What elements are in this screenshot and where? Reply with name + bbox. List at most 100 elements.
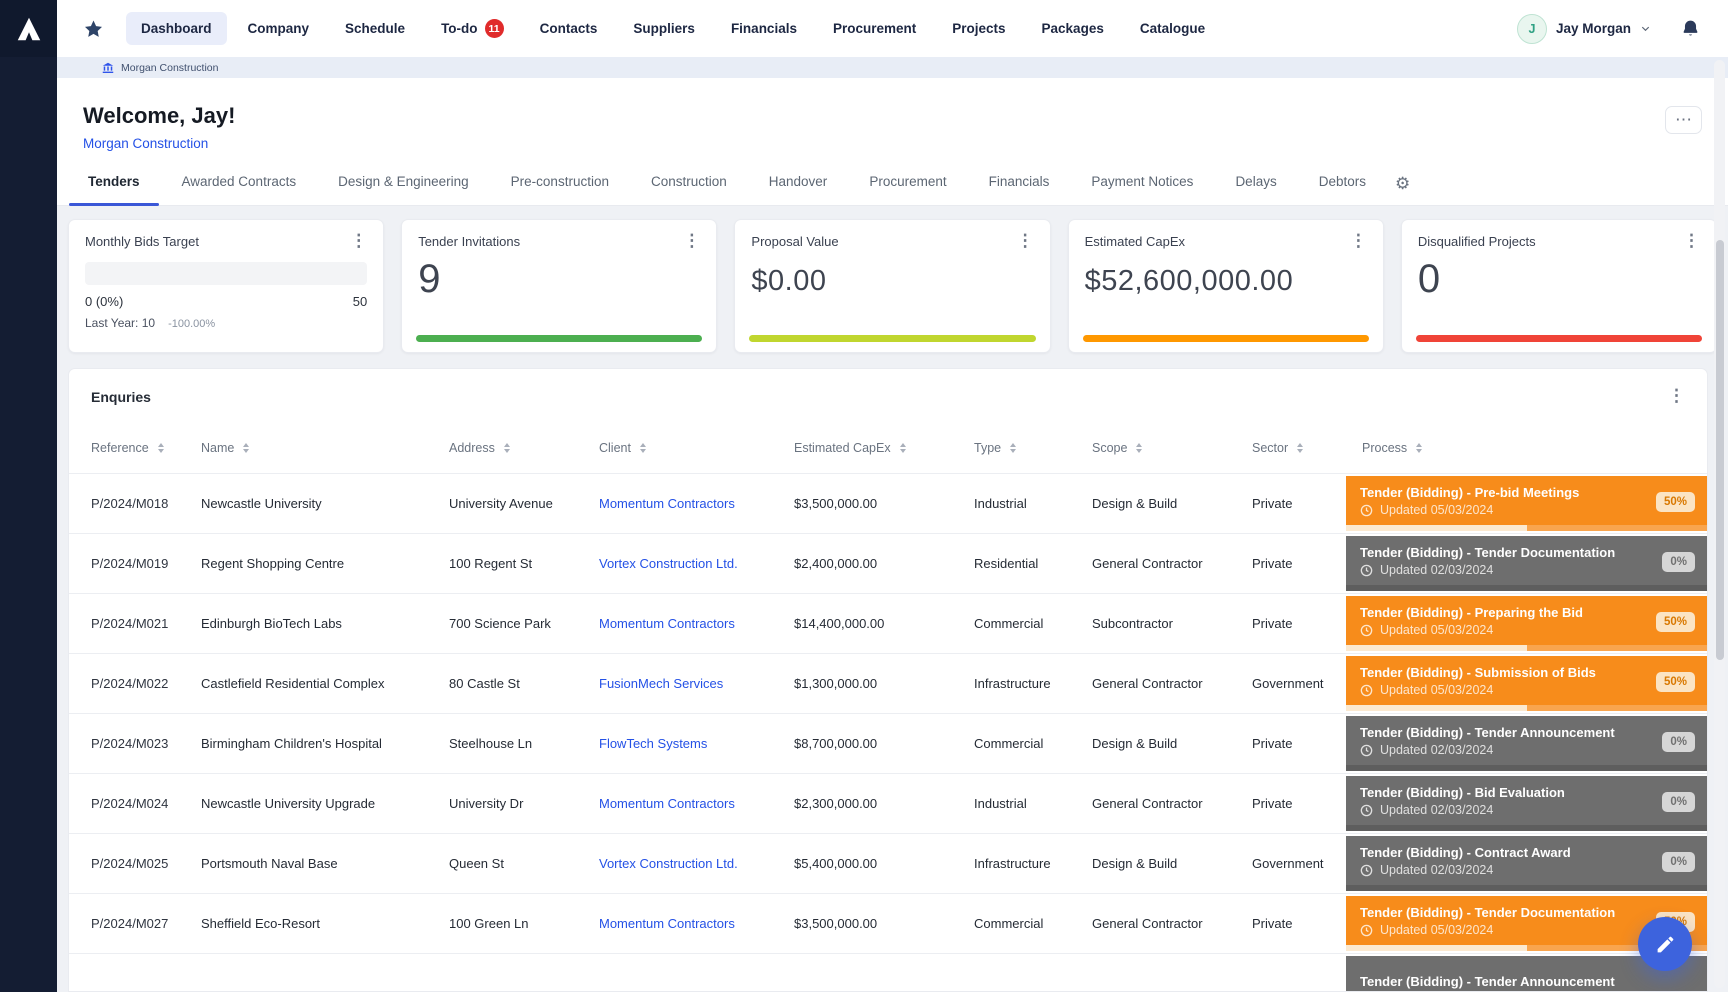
process-status-card[interactable]: Tender (Bidding) - Tender AnnouncementUp… <box>1346 716 1707 771</box>
kpi-kebab-menu-icon[interactable]: ⋮ <box>683 234 700 248</box>
client-link[interactable]: Vortex Construction Ltd. <box>599 556 738 571</box>
cell-type <box>974 954 1092 992</box>
process-status-card[interactable]: Tender (Bidding) - Preparing the BidUpda… <box>1346 596 1707 651</box>
column-header-client[interactable]: Client <box>599 441 794 455</box>
table-row[interactable]: Tender (Bidding) - Tender Announcement <box>69 953 1707 992</box>
nav-item-suppliers[interactable]: Suppliers <box>618 12 710 45</box>
kpi-kebab-menu-icon[interactable]: ⋮ <box>1683 234 1700 248</box>
tab-tenders[interactable]: Tenders <box>67 174 161 205</box>
process-status-card[interactable]: Tender (Bidding) - Pre-bid MeetingsUpdat… <box>1346 476 1707 531</box>
nav-item-catalogue[interactable]: Catalogue <box>1125 12 1220 45</box>
cell-sector: Private <box>1252 714 1346 773</box>
kpi-kebab-menu-icon[interactable]: ⋮ <box>1350 234 1367 248</box>
process-status-card[interactable]: Tender (Bidding) - Tender Documentation U… <box>1346 536 1707 591</box>
cell-reference: P/2024/M025 <box>69 834 201 893</box>
table-row[interactable]: P/2024/M025Portsmouth Naval BaseQueen St… <box>69 833 1707 893</box>
client-link[interactable]: Momentum Contractors <box>599 616 735 631</box>
nav-item-dashboard[interactable]: Dashboard <box>126 12 227 45</box>
table-row[interactable]: P/2024/M027Sheffield Eco-Resort100 Green… <box>69 893 1707 953</box>
kpi-card-proposal-value: Proposal Value⋮$0.00 <box>734 219 1050 353</box>
cell-sector: Private <box>1252 534 1346 593</box>
page-scrollbar[interactable] <box>1714 60 1725 988</box>
nav-item-contacts[interactable]: Contacts <box>525 12 613 45</box>
user-menu[interactable]: J Jay Morgan <box>1517 14 1651 44</box>
column-header-name[interactable]: Name <box>201 441 449 455</box>
table-row[interactable]: P/2024/M018Newcastle UniversityUniversit… <box>69 473 1707 533</box>
tab-design-engineering[interactable]: Design & Engineering <box>317 174 490 205</box>
column-header-scope[interactable]: Scope <box>1092 441 1252 455</box>
page-more-button[interactable]: ⋯ <box>1665 106 1702 134</box>
nav-item-packages[interactable]: Packages <box>1027 12 1119 45</box>
tab-delays[interactable]: Delays <box>1214 174 1297 205</box>
table-row[interactable]: P/2024/M024Newcastle University UpgradeU… <box>69 773 1707 833</box>
column-header-reference[interactable]: Reference <box>69 441 201 455</box>
kpi-accent-bar <box>749 335 1035 342</box>
sort-arrows-icon[interactable] <box>1416 443 1422 453</box>
kpi-kebab-menu-icon[interactable]: ⋮ <box>1017 234 1034 248</box>
cell-estimated-capex: $14,400,000.00 <box>794 594 974 653</box>
nav-item-procurement[interactable]: Procurement <box>818 12 931 45</box>
client-link[interactable]: Vortex Construction Ltd. <box>599 856 738 871</box>
sort-arrows-icon[interactable] <box>1136 443 1142 453</box>
process-title: Tender (Bidding) - Tender Documentation <box>1360 545 1693 560</box>
tab-pre-construction[interactable]: Pre-construction <box>490 174 630 205</box>
company-link[interactable]: Morgan Construction <box>83 136 208 151</box>
sort-arrows-icon[interactable] <box>1297 443 1303 453</box>
table-row[interactable]: P/2024/M023Birmingham Children's Hospita… <box>69 713 1707 773</box>
nav-item-financials[interactable]: Financials <box>716 12 812 45</box>
clock-icon <box>1360 504 1373 517</box>
tabs-settings-gear-icon[interactable]: ⚙ <box>1387 175 1414 205</box>
process-title: Tender (Bidding) - Submission of Bids <box>1360 665 1693 680</box>
breadcrumb[interactable]: Morgan Construction <box>57 57 1728 78</box>
enquiries-title: Enquries <box>91 389 151 405</box>
cell-scope: General Contractor <box>1092 894 1252 953</box>
nav-item-company[interactable]: Company <box>233 12 325 45</box>
cell-address: Queen St <box>449 834 599 893</box>
process-updated: Updated 02/03/2024 <box>1360 563 1693 577</box>
enquiries-kebab-menu-icon[interactable]: ⋮ <box>1668 389 1685 403</box>
user-name: Jay Morgan <box>1556 21 1631 36</box>
nav-item-to-do[interactable]: To-do11 <box>426 10 519 47</box>
tab-debtors[interactable]: Debtors <box>1298 174 1387 205</box>
client-link[interactable]: FusionMech Services <box>599 676 723 691</box>
nav-item-projects[interactable]: Projects <box>937 12 1020 45</box>
sort-arrows-icon[interactable] <box>1010 443 1016 453</box>
client-link[interactable]: FlowTech Systems <box>599 736 707 751</box>
kpi-value: 9 <box>418 257 700 302</box>
column-header-estimated-capex[interactable]: Estimated CapEx <box>794 441 974 455</box>
client-link[interactable]: Momentum Contractors <box>599 496 735 511</box>
kpi-kebab-menu-icon[interactable]: ⋮ <box>350 234 367 248</box>
scrollbar-thumb[interactable] <box>1716 240 1724 660</box>
notifications-bell-icon[interactable] <box>1681 18 1700 39</box>
app-logo[interactable] <box>0 0 57 57</box>
table-row[interactable]: P/2024/M021Edinburgh BioTech Labs700 Sci… <box>69 593 1707 653</box>
table-row[interactable]: P/2024/M019Regent Shopping Centre100 Reg… <box>69 533 1707 593</box>
column-header-type[interactable]: Type <box>974 441 1092 455</box>
favorites-star-icon[interactable] <box>83 19 104 39</box>
client-link[interactable]: Momentum Contractors <box>599 796 735 811</box>
process-status-card[interactable]: Tender (Bidding) - Submission of BidsUpd… <box>1346 656 1707 711</box>
cell-client: Momentum Contractors <box>599 774 794 833</box>
tab-awarded-contracts[interactable]: Awarded Contracts <box>161 174 318 205</box>
sort-arrows-icon[interactable] <box>243 443 249 453</box>
cell-name: Newcastle University <box>201 474 449 533</box>
nav-item-label: Schedule <box>345 21 405 36</box>
tab-payment-notices[interactable]: Payment Notices <box>1070 174 1214 205</box>
tab-procurement[interactable]: Procurement <box>848 174 967 205</box>
sort-arrows-icon[interactable] <box>158 443 164 453</box>
column-header-address[interactable]: Address <box>449 441 599 455</box>
process-status-card[interactable]: Tender (Bidding) - Contract AwardUpdated… <box>1346 836 1707 891</box>
sort-arrows-icon[interactable] <box>900 443 906 453</box>
edit-fab-button[interactable] <box>1638 917 1692 971</box>
table-row[interactable]: P/2024/M022Castlefield Residential Compl… <box>69 653 1707 713</box>
sort-arrows-icon[interactable] <box>504 443 510 453</box>
column-header-sector[interactable]: Sector <box>1252 441 1346 455</box>
client-link[interactable]: Momentum Contractors <box>599 916 735 931</box>
process-status-card[interactable]: Tender (Bidding) - Bid EvaluationUpdated… <box>1346 776 1707 831</box>
tab-construction[interactable]: Construction <box>630 174 748 205</box>
tab-financials[interactable]: Financials <box>968 174 1071 205</box>
sort-arrows-icon[interactable] <box>640 443 646 453</box>
tab-handover[interactable]: Handover <box>748 174 849 205</box>
nav-item-schedule[interactable]: Schedule <box>330 12 420 45</box>
column-header-process[interactable]: Process <box>1346 441 1707 455</box>
